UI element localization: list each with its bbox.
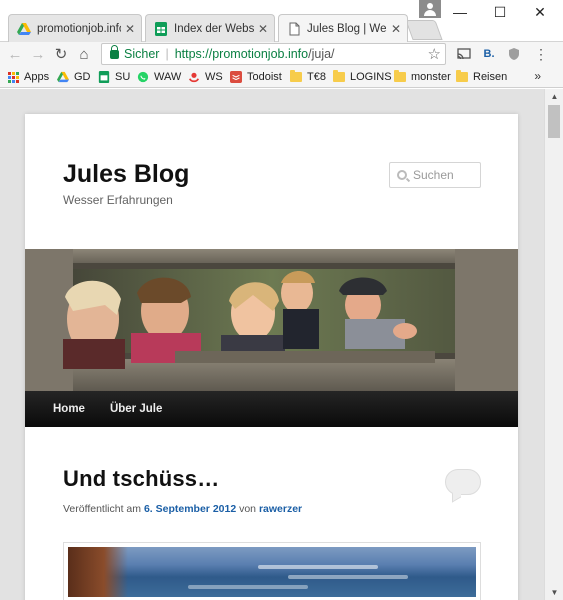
main-navigation: Home Über Jule <box>25 391 518 427</box>
tab-close-icon[interactable]: ✕ <box>258 22 268 36</box>
more-bookmarks-chevron-icon[interactable]: » <box>534 69 541 83</box>
profile-avatar-icon[interactable] <box>419 0 441 18</box>
tab-title: Index der Webseiten <box>174 22 254 35</box>
url-separator: | <box>165 47 169 61</box>
bookmark-label: GD <box>74 71 91 83</box>
bookmark-waw[interactable]: WAW <box>137 69 181 85</box>
meta-by: von <box>239 503 257 515</box>
post-date-link[interactable]: 6. September 2012 <box>144 503 236 515</box>
scrollbar-thumb[interactable] <box>548 105 560 138</box>
bookmark-apps[interactable]: Apps <box>8 69 49 85</box>
bookmark-label: SU <box>115 71 131 83</box>
blog-page: Jules Blog Wesser Erfahrungen Suchen Hom… <box>25 114 518 600</box>
scroll-down-arrow-icon[interactable]: ▼ <box>545 585 563 600</box>
security-label: Sicher <box>124 47 160 61</box>
tab-jules-blog[interactable]: Jules Blog | Wesser ✕ <box>278 14 408 42</box>
apps-grid-icon <box>8 71 19 83</box>
new-tab-button[interactable] <box>405 20 443 40</box>
extension-b-icon[interactable]: B. <box>481 46 497 62</box>
tab-title: promotionjob.info <box>37 22 121 35</box>
post-image[interactable] <box>63 542 481 600</box>
bookmark-label: T€8 <box>307 71 326 83</box>
folder-icon <box>333 70 345 82</box>
todoist-icon <box>230 71 242 83</box>
bookmark-folder-logins[interactable]: LOGINS <box>333 69 392 85</box>
url-host: promotionjob.info <box>212 47 309 61</box>
bookmark-label: Reisen <box>473 71 508 83</box>
folder-icon <box>290 70 302 82</box>
reload-icon[interactable]: ↻ <box>52 45 70 63</box>
bookmark-label: WS <box>205 71 223 83</box>
google-drive-icon <box>57 71 69 83</box>
search-placeholder: Suchen <box>413 168 454 182</box>
tab-promotionjob[interactable]: promotionjob.info ✕ <box>8 14 142 42</box>
url-path: /juja/ <box>308 47 335 61</box>
bookmark-star-icon[interactable]: ☆ <box>428 45 441 63</box>
chrome-menu-icon[interactable]: ⋮ <box>533 46 549 62</box>
folder-icon <box>456 70 468 82</box>
bookmark-label: WAW <box>154 71 182 83</box>
minimize-button[interactable]: — <box>440 0 480 24</box>
search-icon <box>397 170 407 180</box>
close-window-button[interactable]: ✕ <box>520 0 560 24</box>
ws-icon <box>188 72 200 83</box>
bookmark-label: monster <box>411 71 451 83</box>
bookmark-label: Apps <box>24 71 50 83</box>
google-sheets-icon <box>155 21 167 36</box>
page-viewport: Jules Blog Wesser Erfahrungen Suchen Hom… <box>0 89 544 600</box>
post-author-link[interactable]: rawerzer <box>259 503 302 515</box>
document-icon <box>289 22 300 35</box>
bookmarks-bar: Apps GD SU WAW WS Todoist T€8 LOGINS mon… <box>0 66 563 88</box>
google-sheets-icon <box>98 71 110 83</box>
cast-icon[interactable] <box>456 46 472 62</box>
bookmark-label: LOGINS <box>350 71 392 83</box>
bookmark-folder-monster[interactable]: monster <box>394 69 451 85</box>
tab-title: Jules Blog | Wesser <box>307 22 387 35</box>
tab-close-icon[interactable]: ✕ <box>125 22 135 36</box>
url-scheme: https:// <box>174 47 213 61</box>
browser-toolbar: ← → ↻ ⌂ Sicher | https://promotionjob.in… <box>0 42 563 66</box>
comments-bubble-icon[interactable] <box>445 469 481 495</box>
header-image <box>25 249 518 391</box>
home-icon[interactable]: ⌂ <box>75 45 93 63</box>
browser-titlebar: promotionjob.info ✕ Index der Webseiten … <box>0 0 563 42</box>
maximize-button[interactable]: ☐ <box>480 0 520 24</box>
site-description: Wesser Erfahrungen <box>63 193 173 207</box>
site-title[interactable]: Jules Blog <box>63 160 189 189</box>
back-arrow-icon[interactable]: ← <box>6 45 24 63</box>
bookmark-ws[interactable]: WS <box>188 69 223 85</box>
forward-arrow-icon[interactable]: → <box>29 45 47 63</box>
whatsapp-icon <box>137 71 149 83</box>
bookmark-todoist[interactable]: Todoist <box>230 69 282 85</box>
scroll-up-arrow-icon[interactable]: ▲ <box>545 89 563 104</box>
google-drive-icon <box>17 22 31 35</box>
bookmark-su[interactable]: SU <box>98 69 130 85</box>
address-bar[interactable]: Sicher | https://promotionjob.info/juja/… <box>101 43 446 65</box>
bookmark-folder-reisen[interactable]: Reisen <box>456 69 507 85</box>
header-photo-group-in-log-cabin <box>25 249 518 391</box>
nav-item-uber-jule[interactable]: Über Jule <box>99 403 176 415</box>
post-photo-sea <box>68 547 476 597</box>
lock-icon <box>110 44 119 59</box>
bookmark-gd[interactable]: GD <box>57 69 91 85</box>
tab-index[interactable]: Index der Webseiten ✕ <box>145 14 275 42</box>
meta-prefix: Veröffentlicht am <box>63 503 142 515</box>
bookmark-label: Todoist <box>247 71 282 83</box>
post-title[interactable]: Und tschüss… <box>63 466 219 492</box>
tab-close-icon[interactable]: ✕ <box>391 22 401 36</box>
vertical-scrollbar[interactable]: ▲ ▼ <box>544 89 563 600</box>
bookmark-folder-t8[interactable]: T€8 <box>290 69 326 85</box>
nav-item-home[interactable]: Home <box>25 403 99 415</box>
search-input[interactable]: Suchen <box>389 162 481 188</box>
extension-shield-icon[interactable] <box>506 46 522 62</box>
folder-icon <box>394 70 406 82</box>
post-meta: Veröffentlicht am 6. September 2012 von … <box>63 503 302 515</box>
